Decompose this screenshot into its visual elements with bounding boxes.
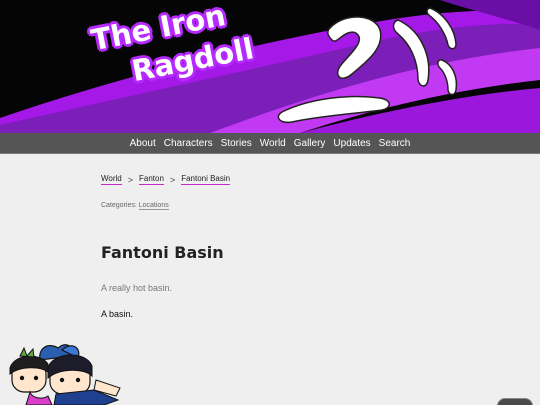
breadcrumb: World > Fanton > Fantoni Basin [101,174,231,185]
nav-item-gallery[interactable]: Gallery [294,138,326,149]
nav-item-updates[interactable]: Updates [333,138,370,149]
breadcrumb-separator: > [127,174,134,185]
banner-artwork [0,0,540,133]
page-body: A basin. [101,309,134,319]
main-nav: About Characters Stories World Gallery U… [0,133,540,154]
breadcrumb-fantoni-basin[interactable]: Fantoni Basin [181,174,231,185]
nav-item-search[interactable]: Search [379,138,411,149]
nav-item-world[interactable]: World [260,138,286,149]
nav-item-about[interactable]: About [130,138,156,149]
category-link-locations[interactable]: Locations [138,202,169,210]
categories-label: Categories: [101,202,137,209]
mascot-illustration [9,344,121,405]
site-banner: The Iron Ragdoll [0,0,540,133]
nav-item-characters[interactable]: Characters [164,138,213,149]
breadcrumb-world[interactable]: World [101,174,122,185]
page-title: Fantoni Basin [101,243,224,262]
nav-item-stories[interactable]: Stories [221,138,252,149]
breadcrumb-fanton[interactable]: Fanton [139,174,164,185]
categories: Categories: Locations [101,202,169,210]
breadcrumb-separator: > [169,174,176,185]
theme-toggle[interactable] [497,398,533,405]
page-subtitle: A really hot basin. [101,283,173,293]
